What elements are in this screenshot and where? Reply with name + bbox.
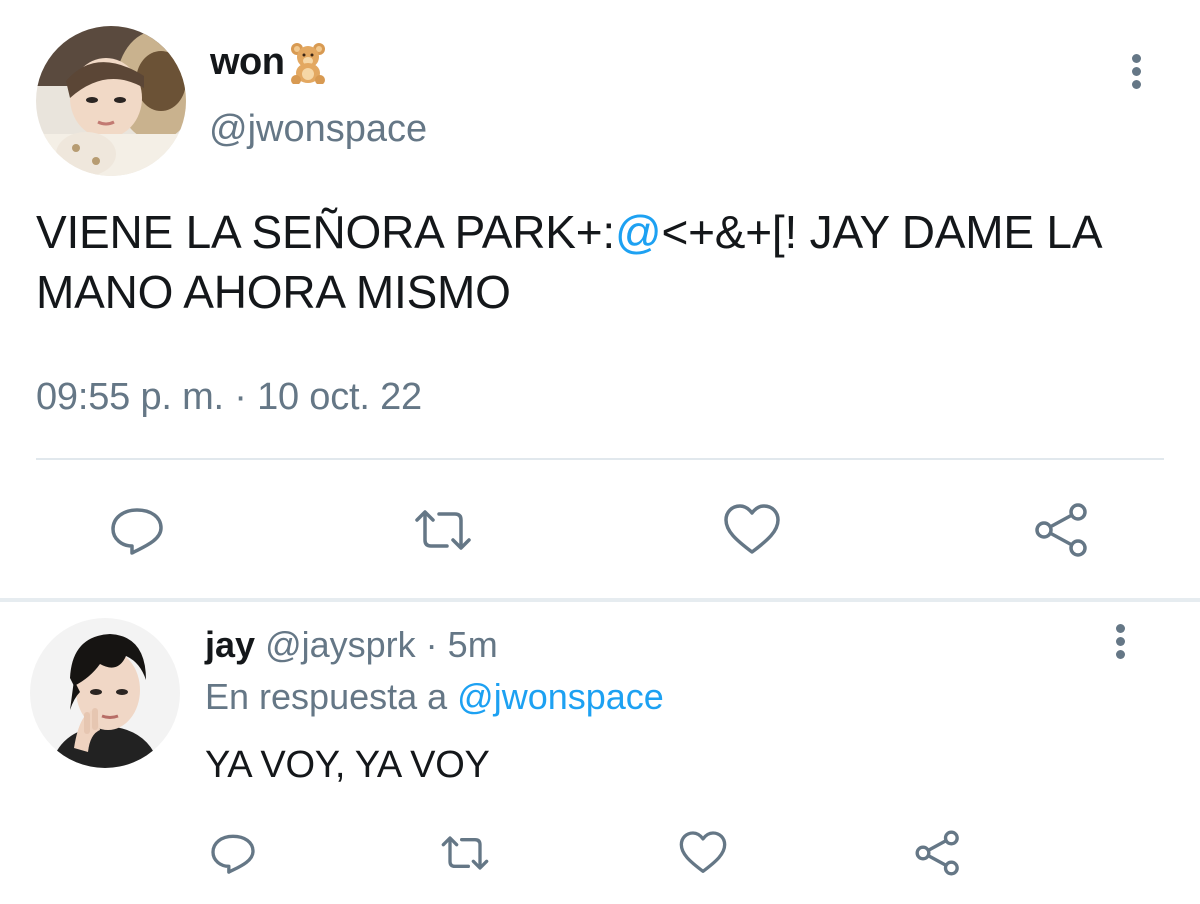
tweet-text: VIENE LA SEÑORA PARK+:@<+&+[! JAY DAME L…: [36, 202, 1146, 322]
reply-icon[interactable]: [107, 500, 167, 560]
replying-to-label: En respuesta a: [205, 676, 448, 717]
like-icon[interactable]: [678, 828, 728, 878]
replying-to: En respuesta a @jwonspace: [205, 676, 664, 718]
share-icon[interactable]: [1032, 500, 1092, 560]
reply-author-avatar[interactable]: [30, 618, 180, 768]
tweet-text-part: VIENE LA SEÑORA PARK+:: [36, 206, 615, 258]
author-name-row: won: [210, 40, 330, 85]
reply-text: YA VOY, YA VOY: [205, 744, 490, 786]
replying-to-handle[interactable]: @jwonspace: [457, 676, 664, 717]
more-options-icon[interactable]: [1114, 624, 1126, 664]
author-handle[interactable]: @jwonspace: [209, 108, 427, 151]
section-divider: [0, 598, 1200, 602]
like-icon[interactable]: [722, 500, 782, 560]
reply-author-name[interactable]: jay: [205, 624, 255, 665]
more-options-icon[interactable]: [1130, 54, 1142, 94]
reply-header: jay @jaysprk · 5m: [205, 624, 498, 666]
mention-link[interactable]: @: [615, 206, 662, 258]
retweet-icon[interactable]: [413, 500, 473, 560]
retweet-icon[interactable]: [440, 828, 490, 878]
separator: ·: [425, 624, 438, 665]
reply-time[interactable]: 5m: [448, 624, 498, 665]
teddy-bear-icon: [286, 40, 330, 85]
reply-icon[interactable]: [208, 828, 258, 878]
author-name[interactable]: won: [210, 41, 285, 84]
twitter-thread: won @jwonspace VIENE LA SEÑORA PARK+:@<+…: [0, 0, 1200, 904]
share-icon[interactable]: [913, 828, 963, 878]
tweet-timestamp[interactable]: 09:55 p. m. · 10 oct. 22: [36, 376, 422, 419]
divider: [36, 458, 1164, 460]
main-tweet: won @jwonspace VIENE LA SEÑORA PARK+:@<+…: [0, 0, 1200, 598]
reply-author-handle[interactable]: @jaysprk: [265, 624, 416, 665]
author-avatar[interactable]: [36, 26, 186, 176]
